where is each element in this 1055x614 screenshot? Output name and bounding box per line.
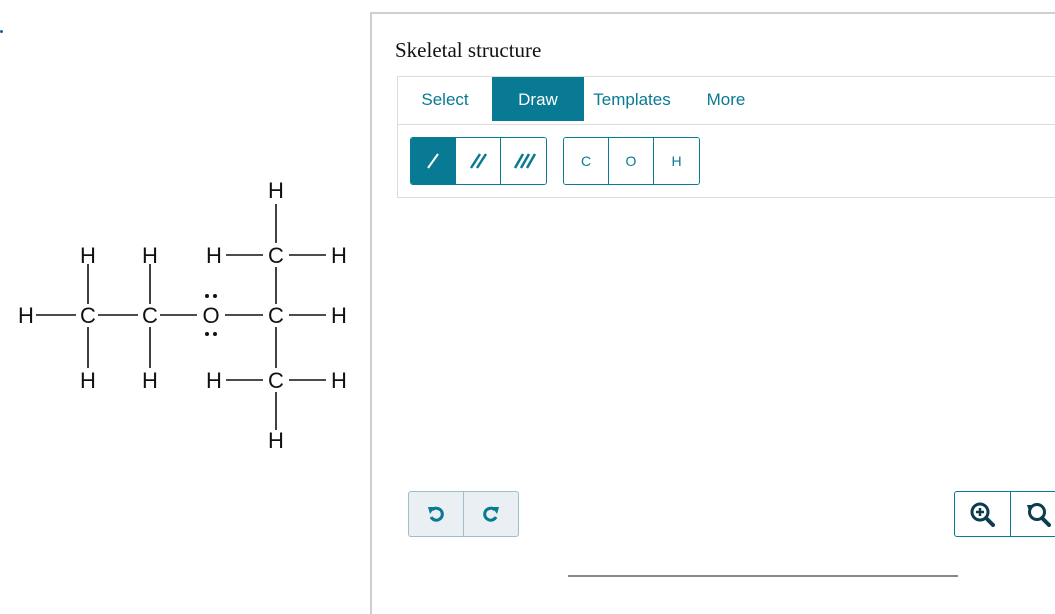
double-bond-button[interactable]	[456, 138, 501, 184]
atom-c-upper: C	[268, 243, 284, 268]
atom-h-center-right: H	[331, 303, 347, 328]
tab-templates[interactable]: Templates	[584, 77, 680, 121]
undo-icon	[426, 504, 446, 524]
atom-h-lower-left2: H	[142, 368, 158, 393]
atom-h-upper-left2: H	[142, 243, 158, 268]
atom-c-lower: C	[268, 368, 284, 393]
redo-icon	[481, 504, 501, 524]
atom-o-button[interactable]: O	[609, 138, 654, 184]
editor-tabbar: Select Draw Templates More	[398, 77, 1055, 125]
triple-bond-icon	[512, 151, 536, 171]
atom-h-far-left: H	[18, 303, 34, 328]
atom-o-center: O	[202, 303, 219, 328]
bond-tool-group	[410, 137, 547, 185]
zoom-in-button[interactable]	[955, 492, 1011, 536]
single-bond-icon	[423, 151, 443, 171]
answer-panel: Skeletal structure Select Draw Templates…	[370, 12, 1055, 614]
atom-h-bottom: H	[268, 428, 284, 453]
zoom-reset-button[interactable]	[1011, 492, 1055, 536]
atom-h-button[interactable]: H	[654, 138, 699, 184]
triple-bond-button[interactable]	[501, 138, 546, 184]
tab-select[interactable]: Select	[398, 77, 492, 121]
tab-draw[interactable]: Draw	[492, 77, 584, 121]
zoom-reset-icon	[1025, 501, 1051, 527]
structure-editor: Select Draw Templates More C O H	[397, 76, 1055, 198]
panel-title: Skeletal structure	[395, 38, 541, 63]
undo-button[interactable]	[409, 492, 464, 536]
double-bond-icon	[467, 151, 489, 171]
atom-c-button[interactable]: C	[564, 138, 609, 184]
atom-h-upper-left1: H	[80, 243, 96, 268]
zoom-controls	[954, 491, 1055, 537]
single-bond-button[interactable]	[411, 138, 456, 184]
atom-h-lower-left1: H	[80, 368, 96, 393]
atom-h-top: H	[268, 178, 284, 203]
atom-h-upper-right: H	[331, 243, 347, 268]
history-controls	[408, 491, 519, 537]
tab-more[interactable]: More	[692, 77, 760, 121]
atom-h-lower-mid: H	[206, 368, 222, 393]
atom-h-lower-right: H	[331, 368, 347, 393]
zoom-in-icon	[969, 501, 995, 527]
atom-c-left2: C	[142, 303, 158, 328]
lewis-structure-diagram: H H H H C H H C C O C H H H H C H H	[0, 170, 370, 460]
atom-c-center: C	[268, 303, 284, 328]
atom-h-upper-mid: H	[206, 243, 222, 268]
page-marker-dot	[0, 30, 3, 33]
atom-c-left1: C	[80, 303, 96, 328]
redo-button[interactable]	[464, 492, 518, 536]
atom-tool-group: C O H	[563, 137, 700, 185]
divider-line	[568, 575, 958, 577]
